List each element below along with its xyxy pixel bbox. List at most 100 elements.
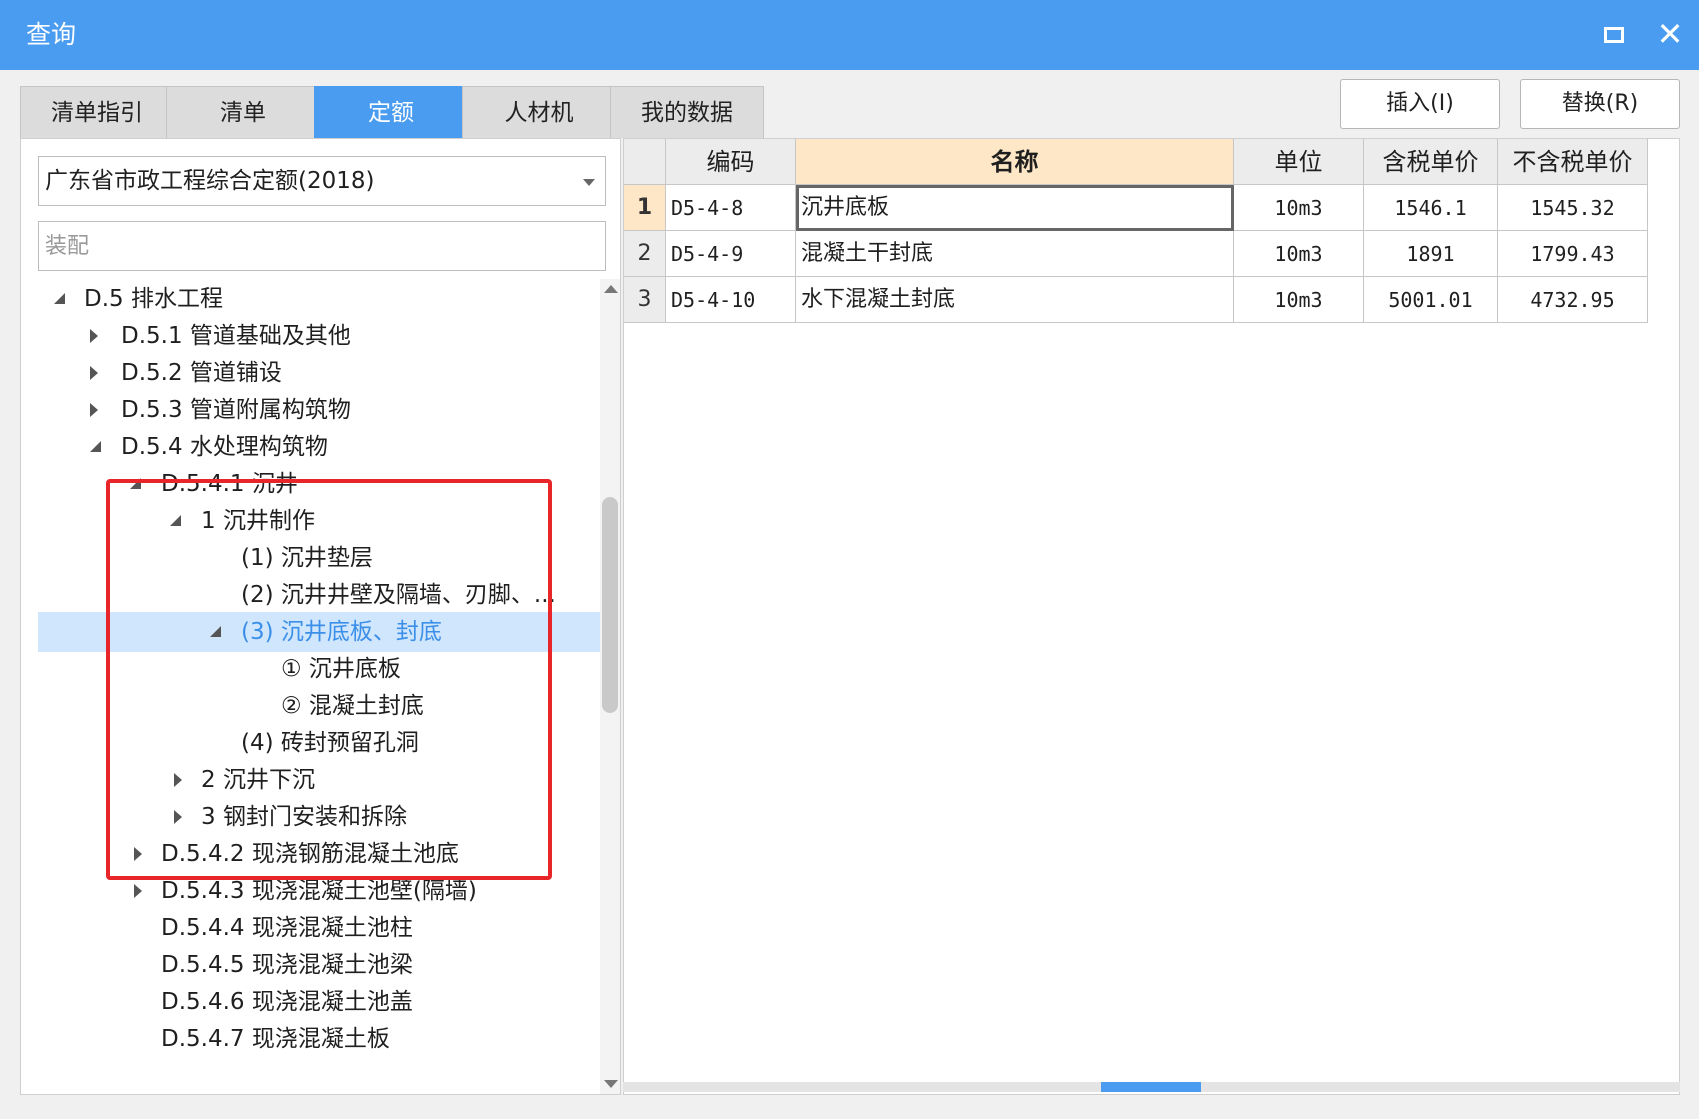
close-button[interactable]: ✕: [1652, 14, 1688, 54]
tree-node-label: D.5.4.5 现浇混凝土池梁: [161, 952, 413, 978]
scroll-down-icon[interactable]: [604, 1080, 618, 1088]
triangle-collapsed-icon[interactable]: [130, 871, 146, 911]
triangle-collapsed-icon[interactable]: [170, 760, 186, 800]
tree-node[interactable]: D.5.3 管道附属构筑物: [38, 390, 600, 430]
library-select-value: 广东省市政工程综合定额(2018): [45, 168, 375, 194]
library-select[interactable]: 广东省市政工程综合定额(2018): [38, 156, 606, 206]
cell-price-without-tax[interactable]: 1799.43: [1498, 231, 1648, 277]
tree-scrollbar[interactable]: [600, 279, 620, 1094]
triangle-expanded-icon[interactable]: [128, 464, 144, 504]
column-header-price-with-tax[interactable]: 含税单价: [1364, 139, 1498, 185]
cell-unit[interactable]: 10m3: [1234, 231, 1364, 277]
scrollbar-thumb[interactable]: [1101, 1082, 1201, 1092]
tree-node[interactable]: D.5 排水工程: [38, 279, 600, 319]
tree-node-label: 2 沉井下沉: [201, 767, 315, 793]
column-header-name[interactable]: 名称: [796, 139, 1234, 185]
tree-node-label: D.5.4.6 现浇混凝土池盖: [161, 989, 413, 1015]
tree-node-label: ① 沉井底板: [281, 656, 401, 682]
column-header-unit[interactable]: 单位: [1234, 139, 1364, 185]
column-header-code[interactable]: 编码: [666, 139, 796, 185]
tree-node[interactable]: 3 钢封门安装和拆除: [38, 797, 600, 837]
cell-price-without-tax[interactable]: 1545.32: [1498, 185, 1648, 231]
insert-button[interactable]: 插入(I): [1340, 79, 1500, 129]
tree-node-label: ② 混凝土封底: [281, 693, 424, 719]
tree-node[interactable]: D.5.4.5 现浇混凝土池梁: [38, 945, 600, 985]
close-icon: ✕: [1656, 15, 1684, 53]
chevron-down-icon: [583, 179, 595, 186]
triangle-expanded-icon[interactable]: [168, 501, 184, 541]
cell-unit[interactable]: 10m3: [1234, 185, 1364, 231]
triangle-collapsed-icon[interactable]: [130, 834, 146, 874]
tree-node[interactable]: 2 沉井下沉: [38, 760, 600, 800]
triangle-expanded-icon[interactable]: [88, 427, 104, 467]
tree-node-label: (4) 砖封预留孔洞: [241, 730, 419, 756]
tree-node[interactable]: ② 混凝土封底: [38, 686, 600, 726]
cell-name[interactable]: 水下混凝土封底: [796, 277, 1234, 323]
tree-node-label: 1 沉井制作: [201, 508, 315, 534]
tree-node[interactable]: ① 沉井底板: [38, 649, 600, 689]
scroll-up-icon[interactable]: [604, 285, 618, 293]
tree-node-label: 3 钢封门安装和拆除: [201, 804, 407, 830]
tree-node[interactable]: D.5.4.6 现浇混凝土池盖: [38, 982, 600, 1022]
tree-node-label: D.5 排水工程: [84, 286, 223, 312]
quota-tree: D.5 排水工程 D.5.1 管道基础及其他 D.5.2 管道铺设 D.5.3 …: [38, 279, 600, 1094]
tree-node-label: D.5.4.1 沉井: [161, 471, 298, 497]
tab-my-data[interactable]: 我的数据: [610, 86, 764, 138]
grid-horizontal-scrollbar[interactable]: [623, 1082, 1680, 1092]
cell-price-with-tax[interactable]: 5001.01: [1364, 277, 1498, 323]
tree-node-label: D.5.4.4 现浇混凝土池柱: [161, 915, 413, 941]
tree-node[interactable]: (2) 沉井井壁及隔墙、刃脚、...: [38, 575, 600, 615]
cell-code[interactable]: D5-4-8: [666, 185, 796, 231]
cell-unit[interactable]: 10m3: [1234, 277, 1364, 323]
tree-node[interactable]: D.5.4.1 沉井: [38, 464, 600, 504]
cell-code[interactable]: D5-4-9: [666, 231, 796, 277]
tree-node[interactable]: D.5.4.4 现浇混凝土池柱: [38, 908, 600, 948]
tab-bill-guide[interactable]: 清单指引: [20, 86, 174, 138]
row-number[interactable]: 3: [624, 277, 666, 323]
tree-node-label: D.5.4.7 现浇混凝土板: [161, 1026, 390, 1052]
tree-node-label: D.5.3 管道附属构筑物: [121, 397, 351, 423]
maximize-button[interactable]: [1600, 20, 1630, 50]
tree-node[interactable]: D.5.4 水处理构筑物: [38, 427, 600, 467]
tab-bill[interactable]: 清单: [166, 86, 320, 138]
tree-node-selected[interactable]: (3) 沉井底板、封底: [38, 612, 600, 652]
tree-node[interactable]: D.5.4.3 现浇混凝土池壁(隔墙): [38, 871, 600, 911]
filter-input[interactable]: [38, 221, 606, 271]
left-panel: 广东省市政工程综合定额(2018) D.5 排水工程 D.5.1 管道基础及其他…: [20, 138, 621, 1095]
cell-name[interactable]: 混凝土干封底: [796, 231, 1234, 277]
triangle-collapsed-icon[interactable]: [170, 797, 186, 837]
window-title: 查询: [26, 20, 77, 49]
triangle-collapsed-icon[interactable]: [86, 390, 102, 430]
cell-name[interactable]: 沉井底板: [796, 185, 1234, 231]
tree-node[interactable]: (1) 沉井垫层: [38, 538, 600, 578]
cell-code[interactable]: D5-4-10: [666, 277, 796, 323]
maximize-icon: [1604, 27, 1624, 43]
tree-node-label: D.5.4.3 现浇混凝土池壁(隔墙): [161, 878, 477, 904]
cell-price-with-tax[interactable]: 1891: [1364, 231, 1498, 277]
replace-button[interactable]: 替换(R): [1520, 79, 1680, 129]
scrollbar-thumb[interactable]: [602, 497, 618, 713]
row-number[interactable]: 1: [624, 185, 666, 231]
triangle-expanded-icon[interactable]: [208, 612, 224, 652]
tree-node[interactable]: D.5.1 管道基础及其他: [38, 316, 600, 356]
tree-node-label: D.5.2 管道铺设: [121, 360, 282, 386]
tree-node[interactable]: 1 沉井制作: [38, 501, 600, 541]
tab-quota[interactable]: 定额: [314, 86, 468, 138]
cell-price-with-tax[interactable]: 1546.1: [1364, 185, 1498, 231]
tree-node-label: (1) 沉井垫层: [241, 545, 373, 571]
tree-node[interactable]: (4) 砖封预留孔洞: [38, 723, 600, 763]
triangle-collapsed-icon[interactable]: [86, 316, 102, 356]
triangle-collapsed-icon[interactable]: [86, 353, 102, 393]
tree-node[interactable]: D.5.4.2 现浇钢筋混凝土池底: [38, 834, 600, 874]
column-header-price-without-tax[interactable]: 不含税单价: [1498, 139, 1648, 185]
tree-node[interactable]: D.5.2 管道铺设: [38, 353, 600, 393]
tree-node-label: D.5.1 管道基础及其他: [121, 323, 351, 349]
grid-corner: [624, 139, 666, 185]
tree-node[interactable]: D.5.4.7 现浇混凝土板: [38, 1019, 600, 1059]
tab-labor-material-machine[interactable]: 人材机: [462, 86, 616, 138]
quota-grid-panel: 编码 名称 单位 含税单价 不含税单价 1 D5-4-8 沉井底板 10m3 1…: [623, 138, 1680, 1095]
tree-node-label: D.5.4.2 现浇钢筋混凝土池底: [161, 841, 459, 867]
cell-price-without-tax[interactable]: 4732.95: [1498, 277, 1648, 323]
triangle-expanded-icon[interactable]: [52, 279, 68, 319]
row-number[interactable]: 2: [624, 231, 666, 277]
